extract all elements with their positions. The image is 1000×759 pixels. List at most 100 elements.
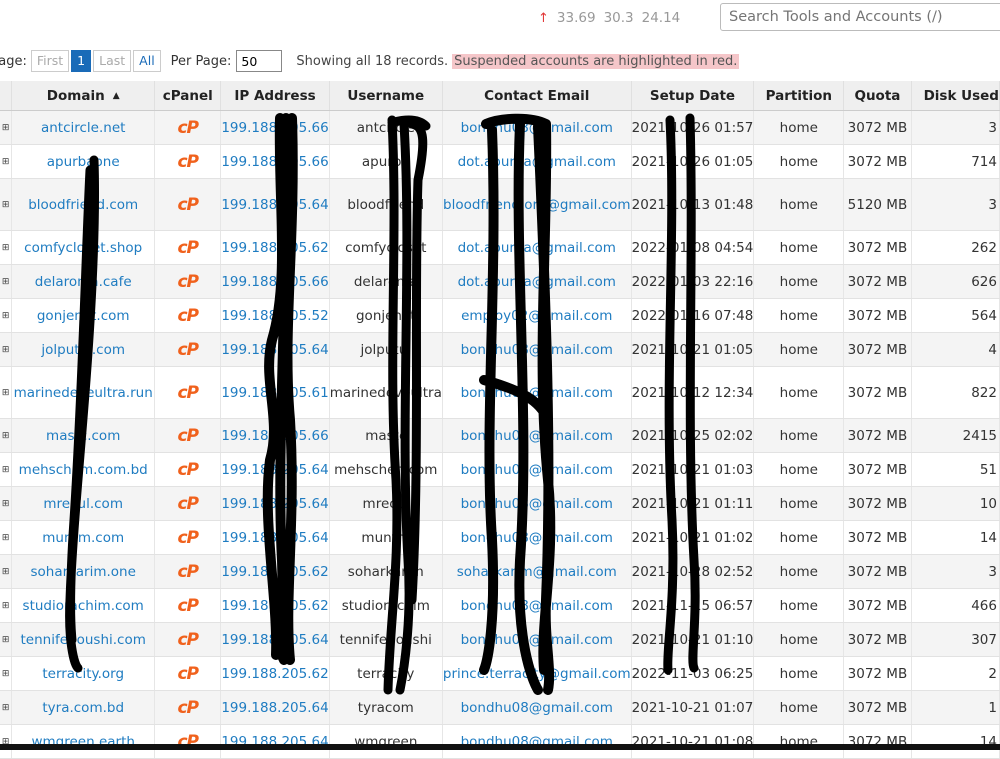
table-row[interactable]: ⊞ mehschem.com.bd cP 199.188.205.64 mehschem… [0, 452, 1000, 487]
table-row[interactable]: ⊞ comfycloset.shop cP 199.188.205.62 comfycl… [0, 230, 1000, 265]
cpanel-login-icon[interactable]: cP [154, 418, 222, 453]
ip-address[interactable]: 199.188.205.64 [220, 622, 330, 657]
ip-address[interactable]: 199.188.205.52 [220, 298, 330, 333]
expand-row-icon[interactable]: ⊞ [0, 298, 13, 333]
table-row[interactable]: ⊞ soharkarim.one cP 199.188.205.62 soharkari… [0, 554, 1000, 589]
ip-address[interactable]: 199.188.205.64 [220, 178, 330, 231]
expand-row-icon[interactable]: ⊞ [0, 520, 13, 555]
cpanel-login-icon[interactable]: cP [154, 178, 222, 231]
cpanel-login-icon[interactable]: cP [154, 656, 222, 691]
col-header-setup-date[interactable]: Setup Date [631, 81, 755, 111]
page-1-button[interactable]: 1 [71, 50, 92, 72]
expand-row-icon[interactable]: ⊞ [0, 724, 13, 759]
all-pages-button[interactable]: All [133, 50, 161, 72]
ip-address[interactable]: 199.188.205.66 [220, 418, 330, 453]
contact-email[interactable]: bondhu08@gmail.com [442, 690, 632, 725]
domain-link[interactable]: tennifedoushi.com [11, 622, 156, 657]
domain-link[interactable]: jolputul.com [11, 332, 156, 367]
domain-link[interactable]: studiorachim.com [11, 588, 156, 623]
ip-address[interactable]: 199.188.205.66 [220, 144, 330, 179]
expand-row-icon[interactable]: ⊞ [0, 110, 13, 145]
domain-link[interactable]: comfycloset.shop [11, 230, 156, 265]
table-row[interactable]: ⊞ tyra.com.bd cP 199.188.205.64 tyracom bondh… [0, 690, 1000, 725]
contact-email[interactable]: dot.apurba@gmail.com [442, 264, 632, 299]
table-row[interactable]: ⊞ delaroma.cafe cP 199.188.205.66 delaroma do… [0, 264, 1000, 299]
expand-row-icon[interactable]: ⊞ [0, 486, 13, 521]
domain-link[interactable]: terracity.org [11, 656, 156, 691]
table-row[interactable]: ⊞ wmgreen.earth cP 199.188.205.64 wmgreen bon… [0, 724, 1000, 759]
domain-link[interactable]: bloodfriend.com [11, 178, 156, 231]
cpanel-login-icon[interactable]: cP [154, 724, 222, 759]
cpanel-login-icon[interactable]: cP [154, 144, 222, 179]
expand-row-icon[interactable]: ⊞ [0, 622, 13, 657]
table-row[interactable]: ⊞ mastc.com cP 199.188.205.66 mastc bondhu08@… [0, 418, 1000, 453]
ip-address[interactable]: 199.188.205.64 [220, 486, 330, 521]
cpanel-login-icon[interactable]: cP [154, 622, 222, 657]
expand-row-icon[interactable]: ⊞ [0, 332, 13, 367]
col-header-quota[interactable]: Quota [843, 81, 912, 111]
domain-link[interactable]: mrecul.com [11, 486, 156, 521]
ip-address[interactable]: 199.188.205.61 [220, 366, 330, 419]
contact-email[interactable]: bondhu08@gmail.com [442, 110, 632, 145]
cpanel-login-icon[interactable]: cP [154, 264, 222, 299]
ip-address[interactable]: 199.188.205.64 [220, 724, 330, 759]
domain-link[interactable]: wmgreen.earth [11, 724, 156, 759]
cpanel-login-icon[interactable]: cP [154, 452, 222, 487]
table-row[interactable]: ⊞ gonjenat.com cP 199.188.205.52 gonjenat emp… [0, 298, 1000, 333]
contact-email[interactable]: bondhu08@gmail.com [442, 332, 632, 367]
contact-email[interactable]: bondhu08@gmail.com [442, 724, 632, 759]
domain-link[interactable]: delaroma.cafe [11, 264, 156, 299]
col-header-cpanel[interactable]: cPanel [154, 81, 222, 111]
contact-email[interactable]: dot.apurba@gmail.com [442, 144, 632, 179]
col-header-disk-used[interactable]: Disk Used [911, 81, 1000, 111]
ip-address[interactable]: 199.188.205.64 [220, 520, 330, 555]
contact-email[interactable]: bloodfriend.org@gmail.com [442, 178, 632, 231]
table-row[interactable]: ⊞ muntm.com cP 199.188.205.64 muntm bondhu08@… [0, 520, 1000, 555]
domain-link[interactable]: gonjenat.com [11, 298, 156, 333]
cpanel-login-icon[interactable]: cP [154, 588, 222, 623]
domain-link[interactable]: soharkarim.one [11, 554, 156, 589]
expand-row-icon[interactable]: ⊞ [0, 366, 13, 419]
col-header-domain[interactable]: Domain ▲ [11, 81, 156, 111]
contact-email[interactable]: bondhu08@gmail.com [442, 366, 632, 419]
contact-email[interactable]: bondhu08@gmail.com [442, 588, 632, 623]
expand-row-icon[interactable]: ⊞ [0, 452, 13, 487]
expand-row-icon[interactable]: ⊞ [0, 690, 13, 725]
domain-link[interactable]: mastc.com [11, 418, 156, 453]
contact-email[interactable]: bondhu08@gmail.com [442, 520, 632, 555]
contact-email[interactable]: bondhu08@gmail.com [442, 452, 632, 487]
table-row[interactable]: ⊞ mrecul.com cP 199.188.205.64 mrecul bondhu0… [0, 486, 1000, 521]
cpanel-login-icon[interactable]: cP [154, 332, 222, 367]
table-row[interactable]: ⊞ bloodfriend.com cP 199.188.205.64 bloodfri… [0, 178, 1000, 231]
ip-address[interactable]: 199.188.205.64 [220, 332, 330, 367]
ip-address[interactable]: 199.188.205.66 [220, 110, 330, 145]
domain-link[interactable]: antcircle.net [11, 110, 156, 145]
table-row[interactable]: ⊞ studiorachim.com cP 199.188.205.62 studior… [0, 588, 1000, 623]
cpanel-login-icon[interactable]: cP [154, 298, 222, 333]
expand-row-icon[interactable]: ⊞ [0, 418, 13, 453]
cpanel-login-icon[interactable]: cP [154, 486, 222, 521]
contact-email[interactable]: bondhu08@gmail.com [442, 418, 632, 453]
ip-address[interactable]: 199.188.205.62 [220, 230, 330, 265]
table-row[interactable]: ⊞ terracity.org cP 199.188.205.62 terracity p… [0, 656, 1000, 691]
contact-email[interactable]: bondhu08@gmail.com [442, 622, 632, 657]
contact-email[interactable]: dot.apurba@gmail.com [442, 230, 632, 265]
cpanel-login-icon[interactable]: cP [154, 110, 222, 145]
expand-row-icon[interactable]: ⊞ [0, 264, 13, 299]
search-tools-input[interactable] [720, 3, 1000, 31]
table-row[interactable]: ⊞ antcircle.net cP 199.188.205.66 antcircle b… [0, 110, 1000, 145]
table-row[interactable]: ⊞ tennifedoushi.com cP 199.188.205.64 tennif… [0, 622, 1000, 657]
domain-link[interactable]: muntm.com [11, 520, 156, 555]
table-row[interactable]: ⊞ jolputul.com cP 199.188.205.64 jolputul bon… [0, 332, 1000, 367]
expand-row-icon[interactable]: ⊞ [0, 230, 13, 265]
cpanel-login-icon[interactable]: cP [154, 366, 222, 419]
per-page-input[interactable] [236, 50, 283, 72]
ip-address[interactable]: 199.188.205.62 [220, 588, 330, 623]
col-header-email[interactable]: Contact Email [442, 81, 632, 111]
domain-link[interactable]: tyra.com.bd [11, 690, 156, 725]
contact-email[interactable]: bondhu08@gmail.com [442, 486, 632, 521]
table-row[interactable]: ⊞ apurbaone cP 199.188.205.66 apurba dot.apur… [0, 144, 1000, 179]
first-page-button[interactable]: First [30, 50, 70, 72]
contact-email[interactable]: employ02@gmail.com [442, 298, 632, 333]
table-row[interactable]: ⊞ marinedeveultra.run cP 199.188.205.61 mari… [0, 366, 1000, 419]
